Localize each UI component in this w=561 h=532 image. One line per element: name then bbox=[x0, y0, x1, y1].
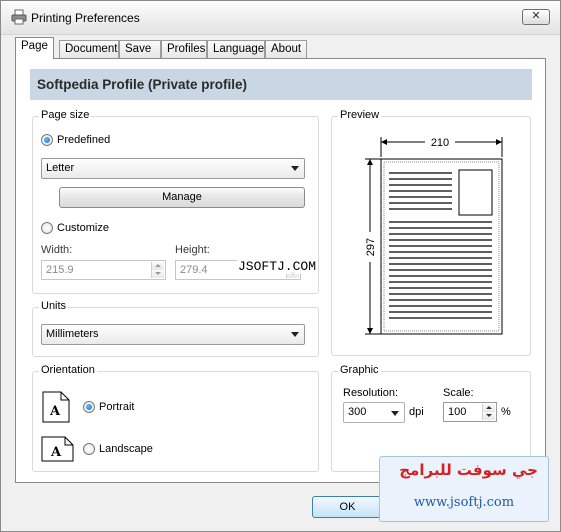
orientation-group-label: Orientation bbox=[39, 364, 97, 376]
jsoftj-banner: جي سوفت للبرامج www.jsoftj.com bbox=[379, 456, 549, 522]
width-input[interactable]: 215.9 bbox=[41, 260, 166, 280]
customize-radio-row[interactable]: Customize bbox=[41, 222, 109, 234]
units-group-label: Units bbox=[39, 300, 69, 312]
width-spinner[interactable] bbox=[151, 262, 164, 278]
resolution-label: Resolution: bbox=[343, 387, 399, 399]
portrait-label: Portrait bbox=[99, 401, 135, 413]
customize-label: Customize bbox=[57, 222, 109, 234]
units-dropdown[interactable]: Millimeters bbox=[41, 324, 305, 345]
scale-spinner[interactable] bbox=[482, 404, 495, 420]
portrait-page-icon: A bbox=[42, 391, 70, 423]
tab-profiles[interactable]: Profiles bbox=[161, 40, 207, 58]
scale-input[interactable]: 100 bbox=[443, 402, 497, 422]
scale-label: Scale: bbox=[443, 387, 474, 399]
height-dimension-label: 297 bbox=[365, 238, 377, 256]
scale-unit: % bbox=[501, 406, 511, 418]
profile-header: Softpedia Profile (Private profile) bbox=[30, 69, 532, 100]
resolution-value: 300 bbox=[348, 406, 367, 418]
resolution-dropdown[interactable]: 300 bbox=[343, 402, 405, 423]
svg-text:A: A bbox=[50, 445, 62, 460]
customize-radio[interactable] bbox=[41, 222, 53, 234]
svg-text:A: A bbox=[49, 404, 61, 419]
predefined-radio-row[interactable]: Predefined bbox=[41, 134, 110, 146]
preview-group: Preview 210 297 bbox=[331, 109, 531, 356]
units-group: Units Millimeters bbox=[32, 300, 319, 357]
manage-button[interactable]: Manage bbox=[59, 187, 305, 208]
orientation-group: Orientation A Portrait A Landscape bbox=[32, 364, 319, 472]
graphic-group-label: Graphic bbox=[338, 364, 381, 376]
chevron-down-icon bbox=[291, 166, 299, 171]
landscape-page-icon: A bbox=[41, 436, 74, 462]
height-value: 279.4 bbox=[180, 264, 208, 276]
width-dimension-label: 210 bbox=[431, 137, 449, 149]
page-preview: 210 297 bbox=[362, 135, 503, 335]
landscape-radio[interactable] bbox=[83, 443, 95, 455]
paper-size-value: Letter bbox=[46, 162, 75, 174]
banner-arabic-text: جي سوفت للبرامج bbox=[399, 461, 538, 479]
tab-document[interactable]: Document bbox=[59, 40, 119, 58]
landscape-radio-row[interactable]: Landscape bbox=[83, 443, 153, 455]
width-value: 215.9 bbox=[46, 264, 74, 276]
chevron-down-icon bbox=[391, 411, 399, 416]
predefined-label: Predefined bbox=[57, 134, 111, 146]
page-size-group-label: Page size bbox=[39, 109, 92, 121]
tab-page[interactable]: Page bbox=[15, 37, 54, 59]
printing-preferences-window: Printing Preferences ✕ Page Document Sav… bbox=[0, 0, 561, 532]
scale-value: 100 bbox=[448, 406, 467, 418]
ok-button[interactable]: OK bbox=[312, 496, 383, 518]
close-icon: ✕ bbox=[531, 10, 541, 22]
portrait-radio[interactable] bbox=[83, 401, 95, 413]
width-label: Width: bbox=[41, 244, 73, 256]
resolution-unit: dpi bbox=[409, 406, 424, 418]
tab-save[interactable]: Save bbox=[119, 40, 161, 58]
paper-size-dropdown[interactable]: Letter bbox=[41, 158, 305, 179]
chevron-down-icon bbox=[291, 332, 299, 337]
banner-url: www.jsoftj.com bbox=[413, 495, 515, 510]
window-title: Printing Preferences bbox=[31, 11, 140, 25]
tab-about[interactable]: About bbox=[265, 40, 307, 58]
tab-language[interactable]: Language bbox=[207, 40, 265, 58]
landscape-label: Landscape bbox=[99, 443, 153, 455]
printer-icon bbox=[11, 9, 27, 25]
predefined-radio[interactable] bbox=[41, 134, 53, 146]
height-label: Height: bbox=[175, 244, 210, 256]
watermark-text: JSOFTJ.COM bbox=[237, 259, 318, 274]
units-value: Millimeters bbox=[46, 328, 99, 340]
close-button[interactable]: ✕ bbox=[522, 9, 550, 25]
portrait-radio-row[interactable]: Portrait bbox=[83, 401, 134, 413]
title-bar: Printing Preferences ✕ bbox=[1, 1, 560, 35]
